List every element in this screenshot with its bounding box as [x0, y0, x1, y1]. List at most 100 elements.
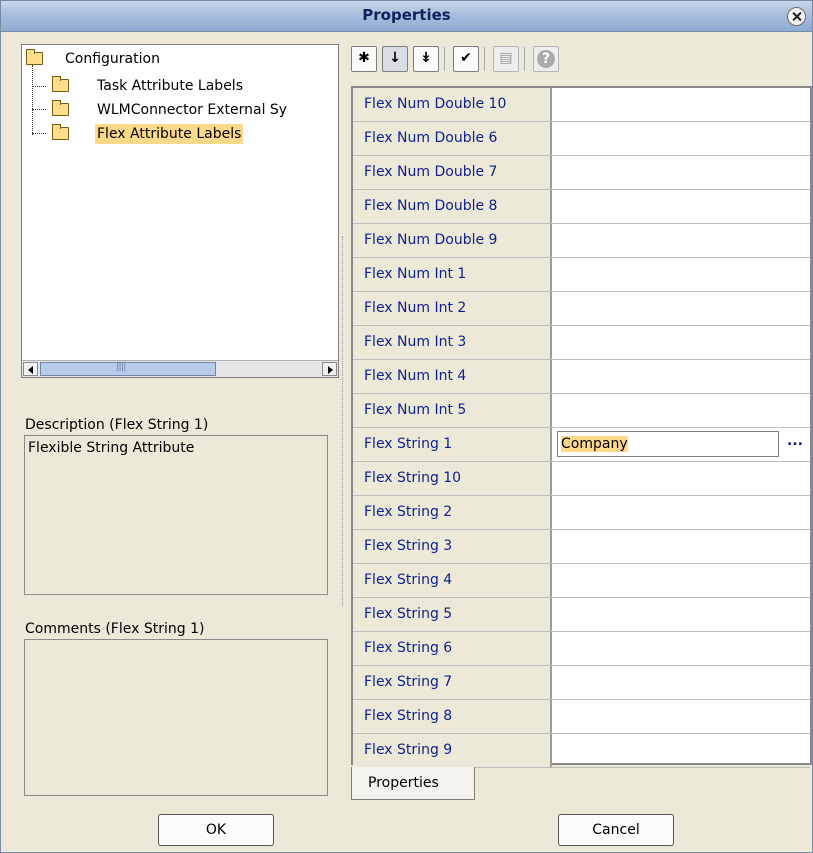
help-button[interactable]: ?	[533, 46, 559, 72]
ellipsis-button[interactable]: ...	[783, 431, 807, 457]
property-row[interactable]: Flex String 6	[353, 632, 810, 666]
property-value[interactable]	[554, 156, 810, 189]
tree-item-label: Flex Attribute Labels	[95, 124, 244, 144]
property-value[interactable]	[554, 564, 810, 597]
property-name: Flex String 2	[353, 496, 552, 529]
sort-by-type-button[interactable]: ↡	[413, 46, 439, 72]
property-row[interactable]: Flex Num Int 2	[353, 292, 810, 326]
show-descriptions-button[interactable]: ✔	[453, 46, 479, 72]
property-value[interactable]	[554, 598, 810, 631]
property-value[interactable]	[554, 496, 810, 529]
sort-alphabetical-button[interactable]: ↓	[382, 46, 408, 72]
property-name: Flex Num Int 1	[353, 258, 552, 291]
property-name: Flex String 7	[353, 666, 552, 699]
property-row[interactable]: Flex String 10	[353, 462, 810, 496]
scroll-left-icon[interactable]	[23, 362, 38, 376]
property-row[interactable]: Flex String 2	[353, 496, 810, 530]
property-row[interactable]: Flex Num Int 4	[353, 360, 810, 394]
folder-icon	[52, 100, 69, 116]
property-value-input[interactable]: Company	[557, 431, 779, 457]
comments-field[interactable]	[24, 639, 328, 796]
property-name: Flex Num Int 2	[353, 292, 552, 325]
tab-properties[interactable]: Properties	[351, 767, 475, 800]
property-name: Flex Num Double 7	[353, 156, 552, 189]
property-row[interactable]: Flex Num Double 8	[353, 190, 810, 224]
sort-by-type-icon: ↡	[420, 50, 432, 66]
tree-item-label: WLMConnector External Sy	[97, 102, 288, 118]
property-name: Flex Num Double 8	[353, 190, 552, 223]
property-name: Flex Num Int 3	[353, 326, 552, 359]
property-name: Flex Num Int 5	[353, 394, 552, 427]
property-value[interactable]	[554, 258, 810, 291]
property-value[interactable]	[554, 700, 810, 733]
tree-item-flex-attribute-labels[interactable]: Flex Attribute Labels	[52, 124, 338, 144]
property-name: Flex Num Double 10	[353, 88, 552, 121]
property-name: Flex String 5	[353, 598, 552, 631]
property-value[interactable]	[554, 666, 810, 699]
property-value[interactable]	[554, 88, 810, 121]
property-row[interactable]: Flex Num Int 1	[353, 258, 810, 292]
property-value[interactable]	[554, 190, 810, 223]
ok-button[interactable]: OK	[158, 814, 274, 846]
comments-label: Comments (Flex String 1)	[25, 621, 205, 637]
tree-connector	[32, 65, 33, 135]
folder-icon	[26, 49, 43, 65]
close-icon[interactable]	[787, 7, 806, 26]
property-value[interactable]	[554, 394, 810, 427]
property-row[interactable]: Flex String 3	[353, 530, 810, 564]
help-icon: ?	[537, 50, 555, 68]
categorized-button[interactable]: ✱	[351, 46, 377, 72]
property-row[interactable]: Flex Num Int 5	[353, 394, 810, 428]
property-value[interactable]	[554, 734, 810, 767]
property-value[interactable]	[554, 326, 810, 359]
property-value[interactable]	[554, 462, 810, 495]
sort-alphabetical-icon: ↓	[389, 50, 401, 66]
property-row[interactable]: Flex Num Double 10	[353, 88, 810, 122]
tree-item-wlmconnector[interactable]: WLMConnector External Sy	[52, 100, 338, 120]
description-label: Description (Flex String 1)	[25, 417, 209, 433]
property-row[interactable]: Flex String 9	[353, 734, 810, 768]
property-value[interactable]	[554, 224, 810, 257]
property-name: Flex String 10	[353, 462, 552, 495]
property-row[interactable]: Flex String 4	[353, 564, 810, 598]
window-title: Properties	[362, 6, 451, 24]
edit-button[interactable]: ▤	[493, 46, 519, 72]
property-row[interactable]: Flex Num Int 3	[353, 326, 810, 360]
property-row[interactable]: Flex String 7	[353, 666, 810, 700]
cancel-button[interactable]: Cancel	[558, 814, 674, 846]
title-bar: Properties	[1, 1, 812, 32]
horizontal-scrollbar[interactable]	[22, 360, 338, 377]
edit-icon: ▤	[499, 50, 513, 66]
property-row[interactable]: Flex String 1 Company...	[353, 428, 810, 462]
show-descriptions-icon: ✔	[460, 50, 472, 66]
property-name: Flex Num Int 4	[353, 360, 552, 393]
property-value[interactable]: Company...	[554, 428, 810, 461]
property-row[interactable]: Flex Num Double 9	[353, 224, 810, 258]
property-value[interactable]	[554, 360, 810, 393]
tree-connector	[32, 109, 46, 110]
property-value[interactable]	[554, 632, 810, 665]
property-row[interactable]: Flex String 8	[353, 700, 810, 734]
scroll-thumb[interactable]	[40, 361, 216, 376]
tree-item-task-attribute-labels[interactable]: Task Attribute Labels	[52, 76, 338, 96]
properties-dialog: Properties Configuration Task Attribute …	[0, 0, 813, 853]
property-name: Flex String 1	[353, 428, 552, 461]
toolbar-separator	[524, 47, 525, 71]
tree-item-configuration[interactable]: Configuration	[26, 49, 326, 69]
property-name: Flex String 8	[353, 700, 552, 733]
property-value[interactable]	[554, 530, 810, 563]
folder-icon	[52, 124, 69, 140]
scroll-right-icon[interactable]	[322, 362, 337, 376]
tree-connector	[32, 86, 46, 87]
property-row[interactable]: Flex Num Double 7	[353, 156, 810, 190]
toolbar-separator	[444, 47, 445, 71]
property-row[interactable]: Flex Num Double 6	[353, 122, 810, 156]
tree-item-label: Configuration	[65, 51, 160, 67]
property-value[interactable]	[554, 122, 810, 155]
toolbar-separator	[484, 47, 485, 71]
tree-item-label: Task Attribute Labels	[97, 78, 243, 94]
categorized-icon: ✱	[358, 50, 370, 66]
property-value[interactable]	[554, 292, 810, 325]
property-row[interactable]: Flex String 5	[353, 598, 810, 632]
splitter-handle[interactable]	[342, 236, 345, 606]
